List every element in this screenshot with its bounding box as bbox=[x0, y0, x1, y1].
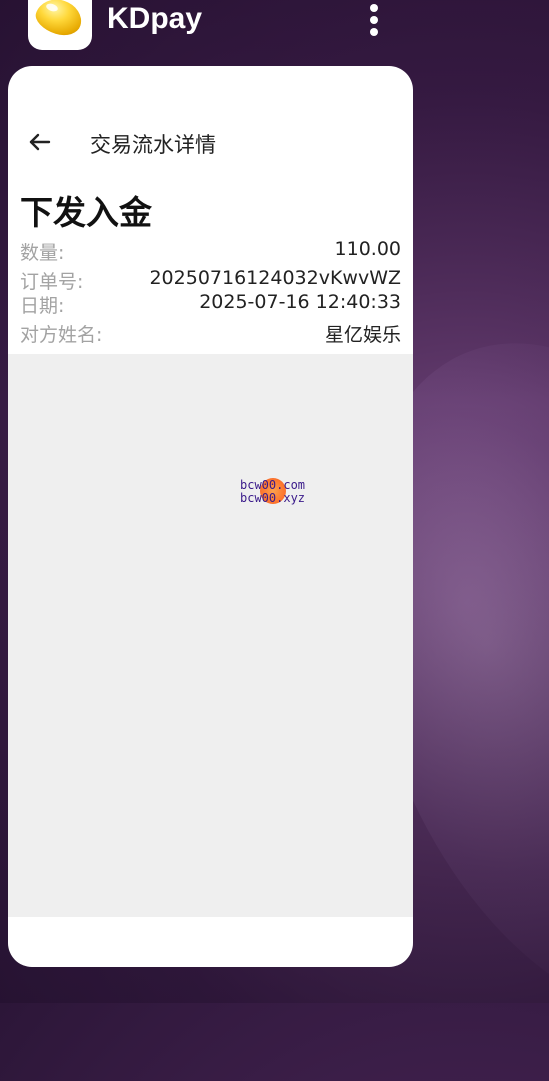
detail-value: 2025-07-16 12:40:33 bbox=[199, 291, 401, 313]
detail-row-date: 日期: 2025-07-16 12:40:33 bbox=[20, 291, 401, 317]
transaction-type-heading: 下发入金 bbox=[20, 193, 152, 232]
bean-shape bbox=[31, 0, 87, 41]
detail-value: 110.00 bbox=[334, 238, 401, 260]
app-preview-card[interactable]: 交易流水详情 下发入金 数量: 110.00 订单号: 202507161240… bbox=[8, 66, 413, 967]
detail-row-amount: 数量: 110.00 bbox=[20, 238, 401, 264]
watermark-line: bcw00.com bbox=[240, 478, 306, 492]
detail-label: 对方姓名: bbox=[20, 324, 103, 346]
detail-value: 20250716124032vKwvWZ bbox=[149, 267, 401, 289]
back-arrow-icon[interactable] bbox=[26, 128, 54, 156]
menu-dot bbox=[370, 16, 378, 24]
menu-dot bbox=[370, 28, 378, 36]
content-area bbox=[8, 354, 413, 917]
detail-label: 订单号: bbox=[20, 271, 84, 293]
detail-row-order-number: 订单号: 20250716124032vKwvWZ bbox=[20, 267, 401, 293]
golden-bean-app-icon[interactable] bbox=[28, 0, 92, 50]
app-name: KDpay bbox=[107, 2, 203, 35]
detail-row-counterparty: 对方姓名: 星亿娱乐 bbox=[20, 320, 401, 346]
more-vert-icon[interactable] bbox=[364, 4, 384, 38]
page-title: 交易流水详情 bbox=[90, 133, 216, 157]
detail-value: 星亿娱乐 bbox=[324, 324, 401, 346]
watermark-line: bcw00.xyz bbox=[240, 491, 306, 505]
menu-dot bbox=[370, 4, 378, 12]
recent-app-header: KDpay bbox=[0, 0, 549, 60]
detail-label: 数量: bbox=[20, 242, 65, 264]
toolbar: 交易流水详情 bbox=[8, 122, 413, 166]
watermark: bcw00.com bcw00.xyz bbox=[240, 478, 330, 512]
detail-label: 日期: bbox=[20, 295, 65, 317]
